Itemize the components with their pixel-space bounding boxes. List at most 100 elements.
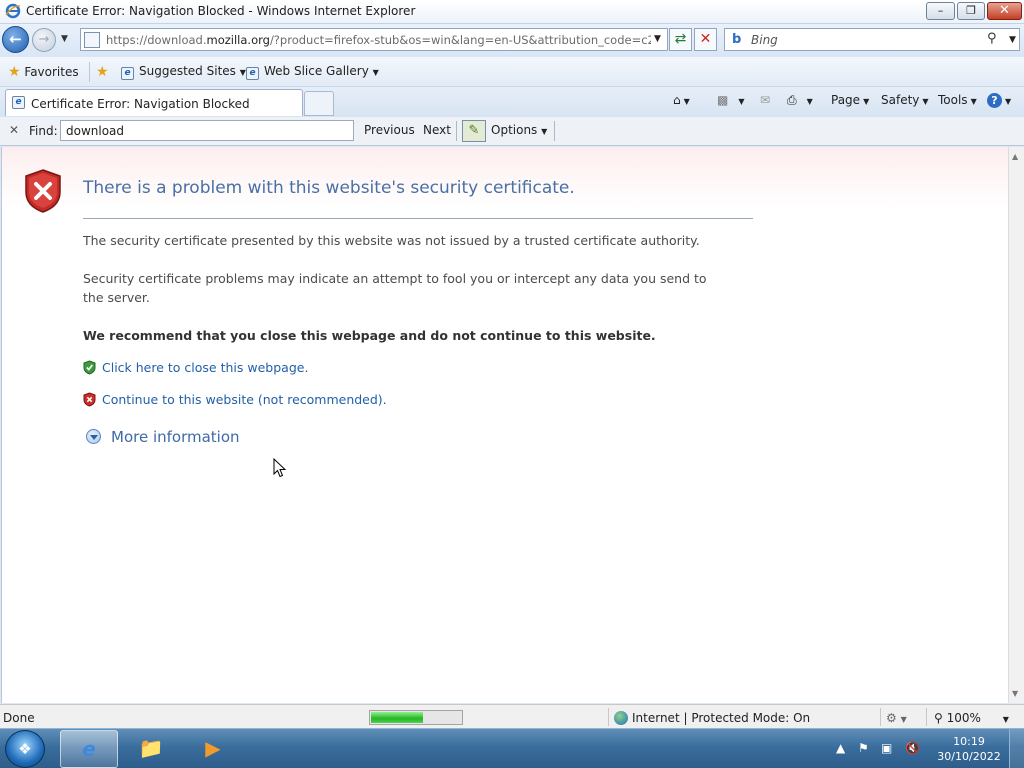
new-tab-button[interactable] [304,91,334,116]
favorites-bar: ★ Favorites ★ e Suggested Sites ▼ e Web Sl… [0,57,1024,87]
back-button[interactable]: ← [2,26,29,53]
navigation-bar: ← → ▼ https://download.mozilla.org/?prod… [0,24,1024,57]
forward-arrow-icon: → [38,32,50,47]
minimize-button[interactable]: – [926,2,955,20]
windows-logo-icon: ❖ [18,740,32,758]
add-favorite-icon: ★ [96,64,109,80]
find-label: Find: [29,124,58,138]
divider [456,121,457,141]
url-text[interactable]: https://download.mozilla.org/?product=fi… [106,33,651,47]
printer-icon: ⎙ [787,93,797,107]
divider [83,218,753,219]
action-center-flag-icon[interactable]: ⚑ [858,741,869,755]
page-menu[interactable]: Page ▼ [831,93,869,107]
more-information-toggle[interactable]: More information [86,428,240,446]
scroll-down-icon[interactable]: ▼ [1012,689,1018,698]
volume-muted-icon[interactable]: 🔇 [905,741,920,755]
clock-time: 10:19 [953,735,985,748]
status-bar: Done Internet | Protected Mode: On ⚙ ▼ ⚲… [0,704,1024,728]
feeds-button[interactable]: ▩ ▼ [717,93,745,107]
window-title: Certificate Error: Navigation Blocked - … [26,4,416,18]
expand-chevron-icon [86,429,101,444]
certificate-warning-message: Security certificate problems may indica… [83,271,707,305]
media-player-icon: ▶ [205,736,221,760]
safety-menu[interactable]: Safety ▼ [881,93,929,107]
progress-fill [371,712,424,723]
back-arrow-icon: ← [9,30,22,48]
page-load-progress [369,710,463,725]
help-icon: ? [987,93,1002,108]
add-to-favorites-bar-button[interactable]: ★ [96,64,109,80]
home-button[interactable]: ⌂ ▼ [673,93,690,107]
stop-button[interactable]: ✕ [694,28,717,51]
search-dropdown-icon[interactable]: ▼ [1009,35,1016,45]
close-window-button[interactable]: ✕ [987,2,1022,20]
print-button[interactable]: ⎙ ▼ [787,93,813,108]
close-webpage-link[interactable]: Click here to close this webpage. [83,360,308,375]
find-next-button[interactable]: Next [423,123,451,137]
red-shield-x-icon [83,392,96,407]
network-icon[interactable]: ▣ [881,741,892,755]
recent-pages-dropdown[interactable]: ▼ [61,34,68,44]
system-clock[interactable]: 10:19 30/10/2022 [936,734,1002,764]
compatibility-view-button[interactable]: ⇄ [669,28,692,51]
highlight-matches-button[interactable]: ✎ [462,120,486,142]
find-options-menu[interactable]: Options ▼ [491,123,547,137]
restore-button[interactable]: ❐ [957,2,985,20]
divider [608,708,609,726]
stop-icon: ✕ [699,31,712,47]
find-previous-button[interactable]: Previous [364,123,415,137]
divider [926,708,927,726]
mail-icon: ✉ [760,93,771,107]
close-icon: ✕ [999,3,1010,18]
page-icon [84,32,100,48]
taskbar-media-player[interactable]: ▶ [184,730,242,768]
tab-bar: e Certificate Error: Navigation Blocked … [0,87,1024,117]
change-status-bar-settings-button[interactable]: ⚙ ▼ [886,711,907,725]
continue-to-website-link[interactable]: Continue to this website (not recommende… [83,392,387,407]
tools-menu[interactable]: Tools ▼ [938,93,977,107]
ie-page-icon: e [12,96,25,109]
page-content: There is a problem with this website's s… [1,147,1008,703]
minimize-icon: – [937,4,944,17]
forward-button[interactable]: → [32,28,56,52]
taskbar-windows-explorer[interactable]: 📁 [122,730,180,768]
clock-date: 30/10/2022 [937,750,1001,763]
suggested-sites-link[interactable]: e Suggested Sites ▼ [121,64,246,80]
close-find-bar-button[interactable]: ✕ [9,123,19,137]
page-title: There is a problem with this website's s… [83,178,575,198]
scroll-up-icon[interactable]: ▲ [1012,152,1018,161]
bing-icon: b [732,32,742,47]
vertical-scrollbar[interactable]: ▲ ▼ [1008,147,1024,703]
divider [89,62,90,82]
start-button[interactable]: ❖ [5,730,45,768]
web-slice-gallery-link[interactable]: e Web Slice Gallery ▼ [246,64,379,80]
search-box[interactable]: b Bing ⚲ ▼ [724,28,1020,51]
restore-icon: ❐ [966,4,976,17]
show-desktop-button[interactable] [1009,729,1024,768]
taskbar-internet-explorer[interactable]: e [60,730,118,768]
search-icon[interactable]: ⚲ [987,31,997,46]
taskbar: ❖ e 📁 ▶ ▲ ⚑ ▣ 🔇 10:19 30/10/2022 [0,728,1024,768]
zoom-level-button[interactable]: ⚲ 100% ▼ [934,711,1009,725]
find-bar: ✕ Find: download Previous Next ✎ Options… [0,117,1024,146]
show-hidden-icons-button[interactable]: ▲ [836,741,845,755]
mouse-cursor-icon [273,458,287,478]
rss-feed-icon: ▩ [717,93,729,107]
divider [880,708,881,726]
highlighter-icon: ✎ [468,123,480,138]
status-text: Done [3,711,35,725]
address-dropdown-icon[interactable]: ▼ [654,34,661,44]
help-menu[interactable]: ? ▼ [987,93,1011,108]
read-mail-button[interactable]: ✉ [760,93,770,107]
address-bar[interactable]: https://download.mozilla.org/?product=fi… [80,28,668,51]
internet-explorer-icon: e [82,737,96,761]
tab-certificate-error[interactable]: e Certificate Error: Navigation Blocked [5,89,303,116]
security-zone[interactable]: Internet | Protected Mode: On [614,711,810,725]
folder-icon: 📁 [138,736,164,760]
find-input[interactable]: download [60,120,354,141]
divider [554,121,555,141]
favorites-button[interactable]: ★ Favorites [8,64,79,80]
ie-page-icon: e [246,67,259,80]
favorites-star-icon: ★ [8,64,21,80]
